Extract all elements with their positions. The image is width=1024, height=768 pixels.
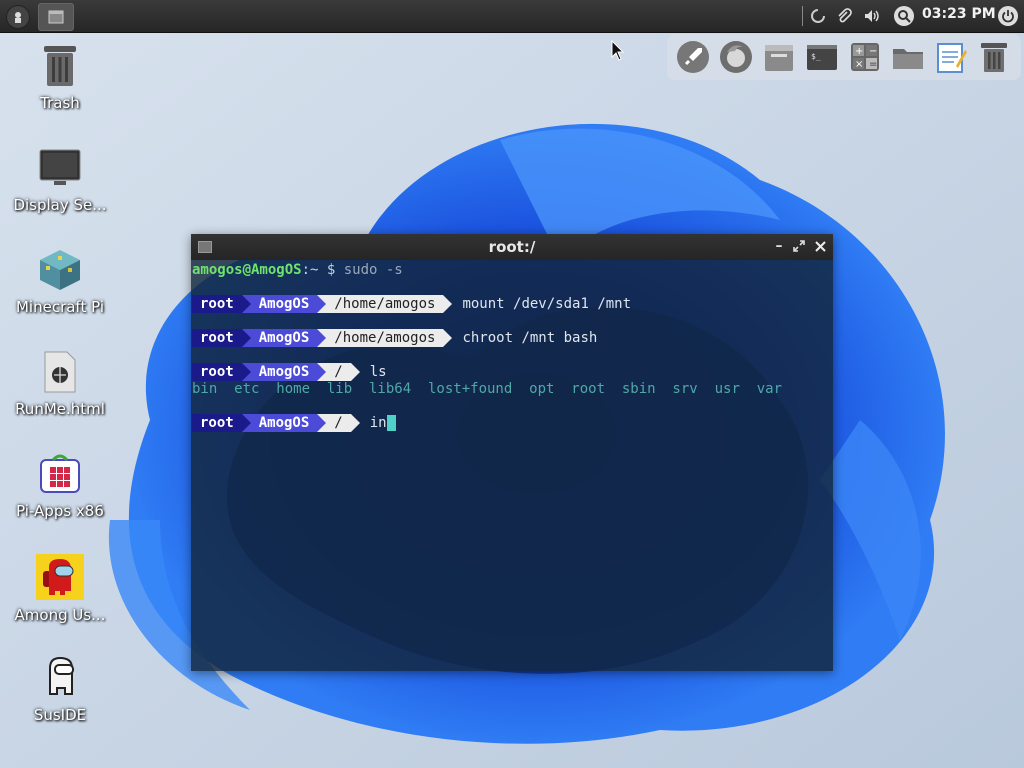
prompt-user-segment: root xyxy=(192,414,242,432)
text-cursor xyxy=(386,415,396,431)
prompt-path-segment: /home/amogos xyxy=(326,329,444,347)
panel-clock[interactable]: 03:23 PM xyxy=(922,6,996,22)
desktop-icon-label: Pi-Apps x86 xyxy=(16,502,104,520)
ls-output: bin etc home lib lib64 lost+found opt ro… xyxy=(192,381,783,397)
terminal-line: root AmogOS/home/amogos mount /dev/sda1 /m… xyxy=(192,295,631,313)
trash-icon[interactable] xyxy=(976,39,1012,75)
prompt-user-segment: root xyxy=(192,329,242,347)
top-panel: 03:23 PM xyxy=(0,0,1024,33)
minecraft-block-icon xyxy=(38,248,82,292)
prompt-arrow xyxy=(350,414,360,432)
terminal-line: root AmogOS / in xyxy=(192,414,396,432)
command-text: ls xyxy=(369,364,387,380)
loading-icon xyxy=(809,7,827,25)
paperclip-icon[interactable] xyxy=(835,7,853,25)
app-menu-icon[interactable] xyxy=(6,5,30,29)
desktop-icon-runme-html[interactable]: RunMe.html xyxy=(6,350,114,418)
terminal-icon[interactable]: $_ xyxy=(804,39,840,75)
desktop-icon-among-us[interactable]: Among Us... xyxy=(6,554,114,624)
terminal-line: root AmogOS / ls xyxy=(192,363,387,381)
terminal-line: bin etc home lib lib64 lost+found opt ro… xyxy=(192,380,782,398)
prompt-arrow xyxy=(317,295,327,313)
close-button[interactable] xyxy=(812,238,828,254)
prompt-host-segment: AmogOS xyxy=(250,329,318,347)
maximize-button[interactable] xyxy=(791,238,807,254)
power-icon[interactable] xyxy=(998,6,1018,26)
prompt-path-segment: / xyxy=(326,414,351,432)
html-file-icon xyxy=(38,350,82,394)
command-text: mount /dev/sda1 /mnt xyxy=(462,296,632,312)
terminal-line: amogos@AmogOS:~ $ sudo -s xyxy=(192,261,403,279)
prompt-arrow xyxy=(317,363,327,381)
desktop-icon-label: Among Us... xyxy=(14,606,106,624)
prompt-host-segment: AmogOS xyxy=(250,363,318,381)
svg-text:+: + xyxy=(855,46,863,57)
desktop-icon-minecraft-pi[interactable]: Minecraft Pi xyxy=(6,248,114,316)
text-editor-icon[interactable] xyxy=(933,39,969,75)
desktop-icon-trash[interactable]: Trash xyxy=(6,44,114,112)
desktop-icon-display-settings[interactable]: Display Se... xyxy=(6,146,114,214)
prompt-arrow xyxy=(241,414,251,432)
prompt-user-segment: root xyxy=(192,295,242,313)
trash-icon xyxy=(38,44,82,88)
volume-icon[interactable] xyxy=(863,7,881,25)
mouse-pointer-icon xyxy=(611,40,625,61)
prompt-path-segment: /home/amogos xyxy=(326,295,444,313)
command-text: in xyxy=(369,415,387,431)
rocket-launcher-icon[interactable] xyxy=(675,39,711,75)
prompt-arrow xyxy=(350,363,360,381)
prompt-user: amogos@AmogOS xyxy=(192,262,302,278)
prompt-arrow xyxy=(443,295,453,313)
desktop-icon-suside[interactable]: SusIDE xyxy=(6,656,114,724)
susie-icon xyxy=(38,656,82,700)
folder-icon[interactable] xyxy=(890,39,926,75)
terminal-title: root:/ xyxy=(488,238,536,256)
terminal-window[interactable]: root:/ – amogos@AmogOS:~ $ sudo -s root A… xyxy=(191,234,833,671)
pi-apps-icon xyxy=(38,452,82,496)
svg-text:×: × xyxy=(855,59,863,70)
prompt-host-segment: AmogOS xyxy=(250,414,318,432)
terminal-line: root AmogOS/home/amogos chroot /mnt bash xyxy=(192,329,597,347)
command-text: chroot /mnt bash xyxy=(462,330,598,346)
desktop-icon-label: Minecraft Pi xyxy=(15,298,104,316)
calculator-icon[interactable]: + − × = xyxy=(847,39,883,75)
prompt-path-segment: / xyxy=(326,363,351,381)
desktop-icon-label: Trash xyxy=(40,94,80,112)
monitor-icon xyxy=(38,146,82,190)
prompt-arrow xyxy=(317,414,327,432)
dock: $_ + − × = xyxy=(667,34,1021,80)
minimize-button[interactable]: – xyxy=(771,238,787,254)
file-manager-icon[interactable] xyxy=(761,39,797,75)
svg-text:−: − xyxy=(869,46,877,57)
window-icon[interactable] xyxy=(38,3,74,31)
panel-separator xyxy=(802,6,803,26)
terminal-titlebar[interactable]: root:/ – xyxy=(191,234,833,260)
desktop-icon-label: SusIDE xyxy=(33,706,87,724)
prompt-user-segment: root xyxy=(192,363,242,381)
prompt-arrow xyxy=(241,295,251,313)
among-us-icon xyxy=(36,554,84,600)
desktop-icon-label: RunMe.html xyxy=(15,400,105,418)
prompt-host-segment: AmogOS xyxy=(250,295,318,313)
prompt-arrow xyxy=(241,363,251,381)
desktop-icon-label: Display Se... xyxy=(13,196,107,214)
command-text: sudo -s xyxy=(343,262,403,278)
prompt-separator: :~ $ xyxy=(301,262,344,278)
terminal-output[interactable]: amogos@AmogOS:~ $ sudo -s root AmogOS/hom… xyxy=(191,260,833,671)
search-icon[interactable] xyxy=(894,6,914,26)
firefox-icon[interactable] xyxy=(718,39,754,75)
desktop-icon-pi-apps[interactable]: Pi-Apps x86 xyxy=(6,452,114,520)
prompt-arrow xyxy=(443,329,453,347)
prompt-arrow xyxy=(317,329,327,347)
prompt-arrow xyxy=(241,329,251,347)
svg-text:=: = xyxy=(869,59,877,70)
svg-text:$_: $_ xyxy=(811,52,821,61)
